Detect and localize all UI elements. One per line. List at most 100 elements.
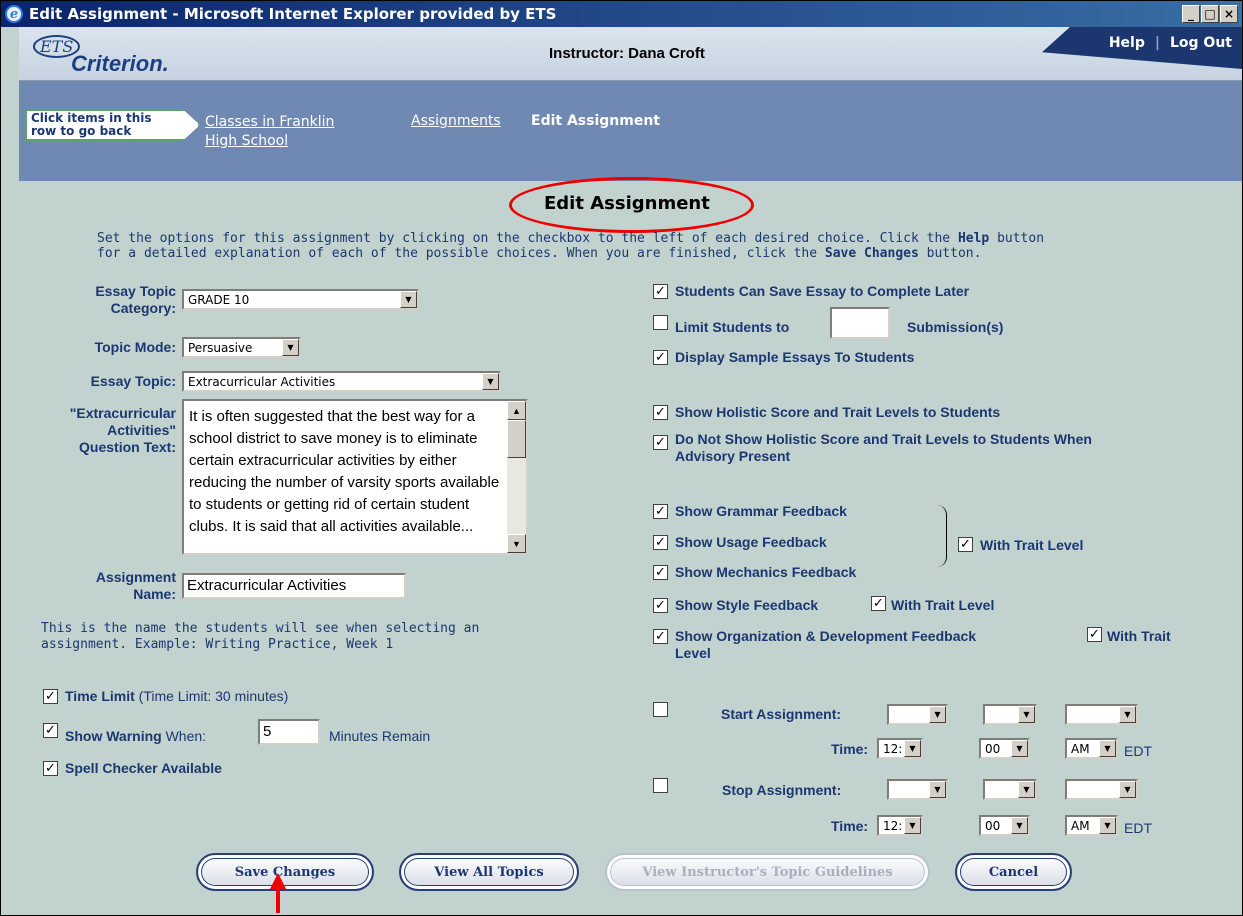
app-header: ETS Criterion. Instructor: Dana Croft He… [19, 27, 1242, 81]
limit-students-checkbox[interactable] [653, 315, 668, 330]
main-content: Edit Assignment Set the options for this… [19, 177, 1242, 915]
breadcrumb-assignments-link[interactable]: Assignments [411, 113, 501, 129]
start-year-select[interactable]: ▼ [1065, 704, 1138, 725]
minutes-remain-label: Minutes Remain [329, 728, 431, 744]
topic-label: Essay Topic: [90, 373, 176, 389]
help-link[interactable]: Help [1109, 35, 1145, 69]
dont-show-checkbox[interactable]: ✓ [653, 435, 668, 450]
organization-trait-label: With Trait [1107, 628, 1171, 644]
save-later-checkbox[interactable]: ✓ [653, 284, 668, 299]
spell-checker-checkbox[interactable]: ✓ [43, 761, 58, 776]
window-title: Edit Assignment - Microsoft Internet Exp… [29, 5, 557, 23]
stop-ampm-select[interactable]: AM ▼ [1065, 815, 1118, 836]
stop-minute-select[interactable]: 00 ▼ [979, 815, 1030, 836]
start-hour-select[interactable]: 12: ▼ [877, 738, 923, 759]
usage-checkbox[interactable]: ✓ [653, 535, 668, 550]
stop-tz-label: EDT [1124, 820, 1152, 836]
scrollbar[interactable]: ▲ ▼ [507, 401, 526, 553]
style-checkbox[interactable]: ✓ [653, 598, 668, 613]
stop-assignment-checkbox[interactable] [653, 778, 668, 793]
start-day-select[interactable]: ▼ [983, 704, 1037, 725]
scroll-thumb[interactable] [507, 420, 526, 458]
page-title: Edit Assignment [544, 193, 710, 214]
mechanics-label: Show Mechanics Feedback [675, 564, 857, 580]
breadcrumb-current: Edit Assignment [531, 113, 660, 129]
usage-label: Show Usage Feedback [675, 534, 827, 550]
view-all-topics-button[interactable]: View All Topics [399, 853, 579, 891]
browser-window: e Edit Assignment - Microsoft Internet E… [0, 0, 1243, 916]
stop-hour-select[interactable]: 12: ▼ [877, 815, 923, 836]
start-assignment-label: Start Assignment: [721, 706, 842, 722]
limit-submissions-input[interactable] [830, 307, 890, 339]
stop-day-select[interactable]: ▼ [983, 779, 1037, 800]
topic-guidelines-button: View Instructor's Topic Guidelines [605, 853, 930, 891]
chevron-down-icon: ▼ [282, 339, 299, 356]
scroll-down-icon[interactable]: ▼ [507, 534, 526, 553]
style-label: Show Style Feedback [675, 597, 819, 613]
start-assignment-checkbox[interactable] [653, 702, 668, 717]
grouping-brace [933, 505, 947, 567]
topic-select[interactable]: Extracurricular Activities ▼ [182, 371, 501, 392]
grammar-checkbox[interactable]: ✓ [653, 504, 668, 519]
trait-level-label: With Trait Level [980, 537, 1084, 553]
submissions-label: Submission(s) [907, 319, 1004, 335]
dont-show-label: Do Not Show Holistic Score and Trait Lev… [675, 431, 1092, 464]
breadcrumb: Click items in this row to go back Classe… [19, 81, 1242, 181]
time-limit-checkbox[interactable]: ✓ [43, 689, 58, 704]
question-label: "Extracurricular Activities" Question Text… [69, 405, 176, 455]
style-trait-label: With Trait Level [891, 597, 995, 613]
start-minute-select[interactable]: 00 ▼ [979, 738, 1030, 759]
start-time-label: Time: [831, 741, 869, 757]
nav-separator: | [1154, 35, 1160, 51]
show-warning-checkbox[interactable]: ✓ [43, 723, 58, 738]
title-bar: e Edit Assignment - Microsoft Internet E… [1, 1, 1242, 27]
organization-trait-checkbox[interactable]: ✓ [1087, 627, 1102, 642]
limit-students-label: Limit Students to [675, 319, 790, 335]
name-label: Assignment Name: [95, 569, 176, 602]
display-samples-checkbox[interactable]: ✓ [653, 350, 668, 365]
mode-select[interactable]: Persuasive ▼ [182, 337, 301, 358]
minimize-button[interactable]: _ [1182, 5, 1200, 23]
category-select[interactable]: GRADE 10 ▼ [182, 289, 419, 310]
stop-time-label: Time: [831, 818, 869, 834]
show-holistic-label: Show Holistic Score and Trait Levels to … [675, 404, 1001, 420]
chevron-down-icon: ▼ [400, 291, 417, 308]
logout-link[interactable]: Log Out [1170, 35, 1232, 69]
cancel-button[interactable]: Cancel [955, 853, 1072, 891]
breadcrumb-classes-link[interactable]: Classes in Franklin High School [205, 113, 334, 151]
spell-checker-label: Spell Checker Available [65, 760, 222, 776]
maximize-button[interactable]: □ [1201, 5, 1219, 23]
start-tz-label: EDT [1124, 743, 1152, 759]
warning-minutes-input[interactable]: 5 [258, 719, 320, 745]
go-back-hint: Click items in this row to go back [25, 109, 200, 141]
stop-assignment-label: Stop Assignment: [722, 782, 842, 798]
start-month-select[interactable]: ▼ [887, 704, 948, 725]
question-textarea[interactable]: It is often suggested that the best way … [182, 399, 528, 555]
stop-month-select[interactable]: ▼ [887, 779, 948, 800]
close-button[interactable]: × [1220, 5, 1238, 23]
display-samples-label: Display Sample Essays To Students [675, 349, 915, 365]
category-label: Essay Topic Category: [95, 283, 176, 316]
criterion-logo: Criterion. [71, 51, 169, 76]
start-ampm-select[interactable]: AM ▼ [1065, 738, 1118, 759]
organization-checkbox[interactable]: ✓ [653, 629, 668, 644]
style-trait-checkbox[interactable]: ✓ [871, 596, 886, 611]
ie-icon: e [5, 5, 23, 23]
show-holistic-checkbox[interactable]: ✓ [653, 405, 668, 420]
annotation-arrow-icon [270, 873, 286, 913]
mechanics-checkbox[interactable]: ✓ [653, 565, 668, 580]
instructions: Set the options for this assignment by c… [97, 231, 1045, 261]
top-nav: Help | Log Out [1042, 27, 1242, 69]
trait-level-checkbox[interactable]: ✓ [958, 537, 973, 552]
scroll-up-icon[interactable]: ▲ [507, 401, 526, 420]
show-warning-label: Show Warning When: [65, 728, 207, 744]
organization-label: Show Organization & Development Feedback… [675, 628, 977, 661]
name-help: This is the name the students will see w… [41, 621, 480, 652]
grammar-label: Show Grammar Feedback [675, 503, 847, 519]
assignment-name-input[interactable]: Extracurricular Activities [182, 573, 406, 599]
stop-year-select[interactable]: ▼ [1065, 779, 1138, 800]
instructor-name: Instructor: Dana Croft [549, 45, 705, 62]
time-limit-label: Time Limit (Time Limit: 30 minutes) [65, 688, 289, 704]
mode-label: Topic Mode: [94, 339, 176, 355]
chevron-down-icon: ▼ [482, 373, 499, 390]
